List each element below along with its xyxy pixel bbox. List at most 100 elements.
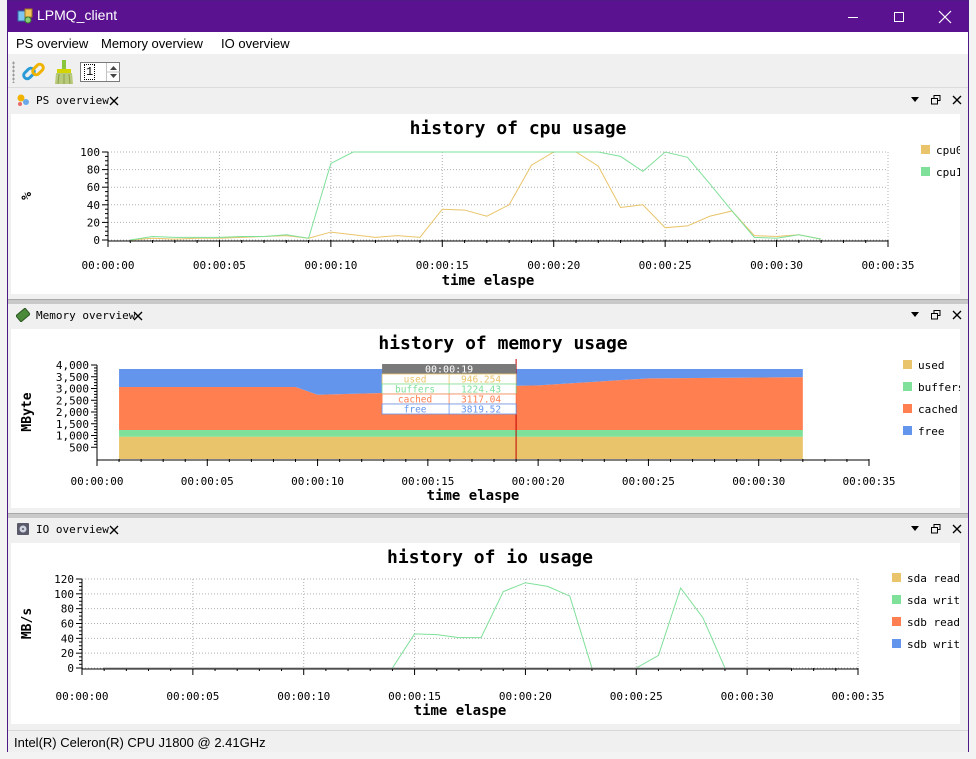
dropdown-icon [911, 526, 919, 531]
y-tick-label: 100 [54, 588, 74, 601]
cpu-info-text: Intel(R) Celeron(R) CPU J1800 @ 2.41GHz [14, 735, 266, 750]
memory-usage-chart[interactable]: history of memory usage 5001,0001,5002,00… [11, 329, 964, 508]
close-icon [952, 310, 962, 320]
y-tick-label: 0 [67, 662, 74, 675]
memory-dock-float-button[interactable] [929, 308, 943, 322]
ps-overview-dock: PS overview history of cpu usage 0 20 40 60 8… [8, 89, 968, 298]
legend-swatch [903, 360, 912, 369]
ps-dock-float-button[interactable] [929, 93, 943, 107]
window-title: LPMQ_client [37, 7, 118, 23]
menu-bar: PS overview Memory overview IO overview [8, 32, 968, 54]
chart-title: history of io usage [387, 547, 593, 568]
main-window: LPMQ_client PS overview Memory overview … [7, 0, 969, 752]
spinbox-value[interactable]: 1 [84, 64, 96, 80]
spinbox-arrows[interactable] [106, 63, 120, 81]
io-dock-float-button[interactable] [929, 522, 943, 536]
close-icon [952, 95, 962, 105]
y-tick-label: 1,000 [56, 430, 89, 443]
close-icon [938, 10, 952, 23]
line-series-cpu1 [130, 151, 822, 241]
menu-memory-overview[interactable]: Memory overview [101, 36, 203, 51]
process-icon [17, 94, 29, 106]
y-tick-label: 3,500 [56, 371, 89, 384]
line-series-cpu0 [130, 151, 822, 241]
io-dock-menu-button[interactable] [908, 522, 922, 536]
y-tick-label: 0 [93, 234, 100, 247]
io-dock-close-button[interactable] [950, 522, 964, 536]
x-tick-label: 00:00:30 [732, 475, 785, 488]
io-chart-panel: history of io usage 0 20 40 60 80 100 120 00:00:… [11, 543, 967, 724]
memory-icon [16, 308, 30, 322]
minimize-button[interactable] [830, 1, 876, 32]
menu-ps-overview[interactable]: PS overview [16, 36, 88, 51]
close-button[interactable] [922, 1, 968, 32]
area-series-used [119, 436, 803, 459]
link-icon[interactable] [21, 59, 47, 85]
toolbar-grip[interactable] [12, 61, 15, 83]
x-tick-label: 00:00:25 [622, 475, 675, 488]
legend-swatch [903, 426, 912, 435]
y-tick-label: 80 [61, 603, 74, 616]
toolbar: 1 [8, 55, 968, 88]
maximize-button[interactable] [876, 1, 922, 32]
x-tick-label: 00:00:05 [181, 475, 234, 488]
legend-label: cpu1 [936, 166, 960, 179]
title-bar[interactable]: LPMQ_client [8, 1, 968, 32]
legend-label: cpu0 [936, 144, 960, 157]
x-axis-label: time elaspe [414, 703, 507, 719]
x-tick-label: 00:00:15 [401, 475, 454, 488]
y-tick-label: 60 [87, 181, 100, 194]
io-usage-chart[interactable]: history of io usage 0 20 4060 80 100 120 00:00:… [11, 543, 967, 724]
y-axis-label: % [20, 192, 35, 200]
dropdown-icon [911, 97, 919, 102]
legend-swatch [921, 167, 930, 176]
ps-dock-close-button[interactable] [950, 93, 964, 107]
area-series-buffers [119, 430, 803, 437]
ps-tab-close-icon[interactable] [109, 96, 119, 106]
y-tick-label: 120 [54, 573, 74, 586]
menu-io-overview[interactable]: IO overview [221, 36, 290, 51]
y-tick-label: 3,000 [56, 383, 89, 396]
memory-dock-menu-button[interactable] [908, 308, 922, 322]
y-tick-label: 500 [69, 441, 89, 454]
x-tick-label: 00:00:05 [166, 690, 219, 703]
y-tick-label: 2,500 [56, 394, 89, 407]
io-tab-close-icon[interactable] [109, 525, 119, 535]
ps-dock-menu-button[interactable] [908, 93, 922, 107]
x-tick-label: 00:00:20 [512, 475, 565, 488]
line-series-sda-write [104, 582, 792, 669]
float-icon [931, 95, 941, 105]
x-tick-label: 00:00:25 [639, 259, 692, 272]
y-tick-label: 20 [61, 647, 74, 660]
interval-spinbox[interactable]: 1 [80, 62, 120, 82]
x-axis-label: time elaspe [427, 488, 520, 504]
y-tick-label: 40 [61, 632, 74, 645]
x-tick-label: 00:00:35 [862, 259, 915, 272]
legend-swatch [903, 382, 912, 391]
ps-dock-titlebar[interactable]: PS overview [8, 89, 968, 113]
float-icon [931, 524, 941, 534]
io-dock-titlebar[interactable]: IO overview [8, 518, 968, 542]
memory-dock-close-button[interactable] [950, 308, 964, 322]
memory-overview-dock: Memory overview history of memory usage 5… [8, 304, 968, 512]
memory-tab-close-icon[interactable] [133, 311, 143, 321]
legend-swatch [892, 573, 901, 582]
x-tick-label: 00:00:20 [499, 690, 552, 703]
x-tick-label: 00:00:00 [56, 690, 109, 703]
legend-swatch [892, 595, 901, 604]
memory-dock-titlebar[interactable]: Memory overview [8, 304, 968, 328]
y-tick-label: 80 [87, 164, 100, 177]
y-tick-label: 60 [61, 618, 74, 631]
legend-label: used [918, 359, 945, 372]
legend-swatch [892, 617, 901, 626]
legend-label: sda read [907, 572, 960, 585]
y-axis-label: MByte [20, 392, 35, 431]
legend-label: sdb write [907, 638, 960, 651]
x-tick-label: 00:00:10 [277, 690, 330, 703]
y-tick-label: 2,000 [56, 406, 89, 419]
cpu-chart-panel: history of cpu usage 0 20 40 60 80 100 00:00:00… [11, 114, 963, 294]
broom-icon[interactable] [53, 59, 75, 85]
app-icon [17, 8, 33, 24]
y-tick-label: 40 [87, 199, 100, 212]
cpu-usage-chart[interactable]: history of cpu usage 0 20 40 60 80 100 00:00:00… [11, 114, 963, 294]
